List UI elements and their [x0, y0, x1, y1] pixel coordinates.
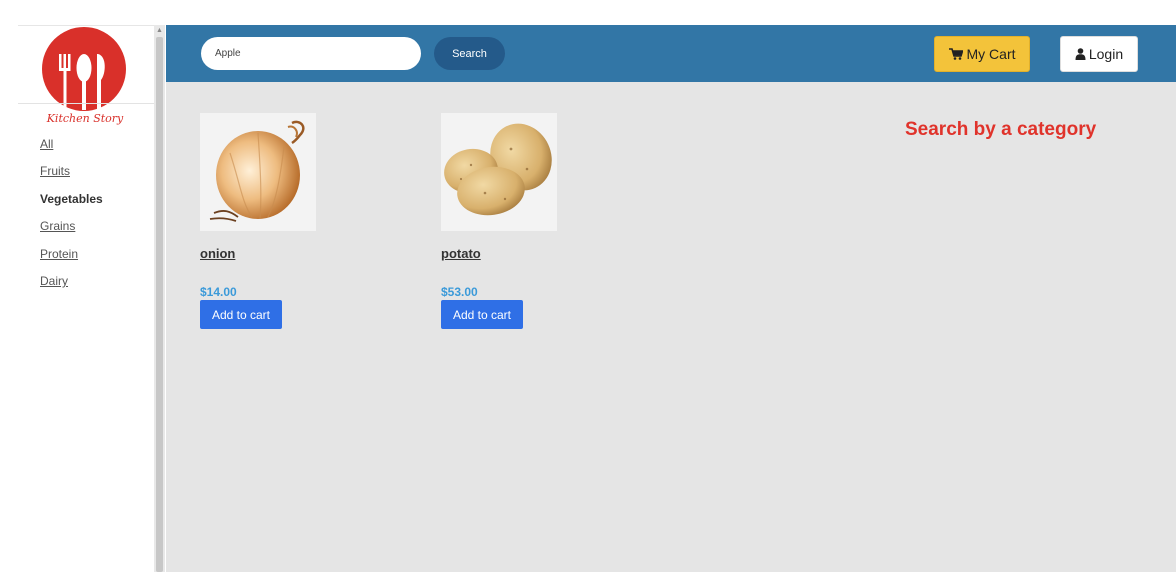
add-to-cart-button-onion[interactable]: Add to cart [200, 300, 282, 329]
category-link-vegetables[interactable]: Vegetables [40, 192, 103, 206]
user-icon [1075, 48, 1086, 60]
top-navbar: Search My Cart Login [166, 25, 1176, 82]
potato-image[interactable] [441, 113, 557, 231]
login-label: Login [1088, 46, 1124, 62]
login-button[interactable]: Login [1060, 36, 1138, 72]
search-input[interactable] [201, 37, 421, 70]
scroll-up-arrow-icon[interactable]: ▲ [156, 27, 163, 35]
category-item-all: All [40, 137, 103, 164]
my-cart-label: My Cart [966, 46, 1016, 62]
sidebar: Kitchen Story All Fruits Vegetables Grai… [18, 25, 154, 573]
product-card-onion: onion $14.00 Add to cart [200, 113, 320, 329]
category-item-dairy: Dairy [40, 274, 103, 301]
add-to-cart-button-potato[interactable]: Add to cart [441, 300, 523, 329]
sidebar-scrollbar[interactable]: ▲ [154, 25, 165, 572]
brand-name: Kitchen Story [46, 112, 124, 125]
search-button[interactable]: Search [434, 37, 505, 70]
product-price-potato: $53.00 [441, 285, 478, 299]
category-link-dairy[interactable]: Dairy [40, 274, 68, 288]
category-item-vegetables: Vegetables [40, 192, 103, 219]
category-link-protein[interactable]: Protein [40, 247, 78, 261]
category-list: All Fruits Vegetables Grains Protein Dai… [40, 137, 103, 301]
main-content: Search My Cart Login [166, 25, 1176, 572]
logo-divider [18, 103, 154, 104]
category-link-all[interactable]: All [40, 137, 53, 151]
onion-image[interactable] [200, 113, 316, 231]
category-search-heading: Search by a category [905, 119, 1097, 140]
my-cart-button[interactable]: My Cart [934, 36, 1030, 72]
category-item-grains: Grains [40, 219, 103, 246]
category-item-protein: Protein [40, 247, 103, 274]
category-link-fruits[interactable]: Fruits [40, 164, 70, 178]
scrollbar-thumb[interactable] [156, 37, 163, 572]
product-card-potato: potato $53.00 Add to cart [441, 113, 561, 329]
category-link-grains[interactable]: Grains [40, 219, 75, 233]
category-item-fruits: Fruits [40, 164, 103, 191]
product-name-onion[interactable]: onion [200, 246, 320, 261]
shopping-cart-icon [948, 48, 963, 60]
product-price-onion: $14.00 [200, 285, 237, 299]
kitchen-story-logo[interactable] [40, 26, 128, 126]
product-name-potato[interactable]: potato [441, 246, 561, 261]
